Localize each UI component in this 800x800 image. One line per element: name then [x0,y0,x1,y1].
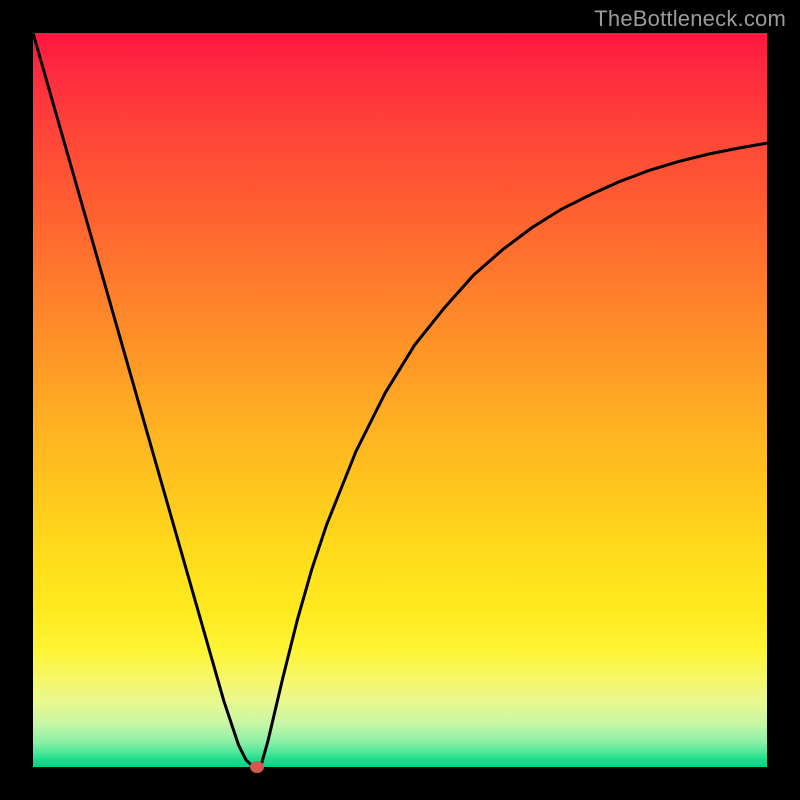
chart-svg [33,33,767,767]
watermark-text: TheBottleneck.com [594,6,786,32]
chart-frame: TheBottleneck.com [0,0,800,800]
bottleneck-curve-line [33,33,767,767]
chart-plot-area [33,33,767,767]
optimal-point-marker [250,761,264,773]
